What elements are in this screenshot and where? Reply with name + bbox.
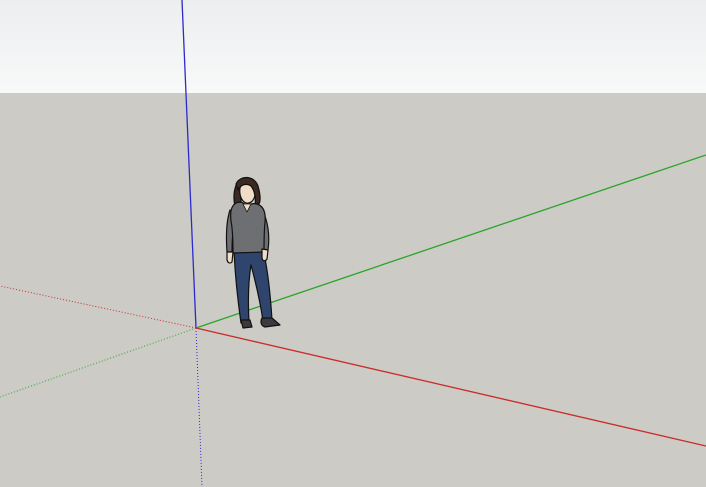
sketchup-3d-viewport[interactable] — [0, 0, 706, 487]
red-axis-positive — [195, 327, 706, 447]
red-axis-negative — [0, 285, 197, 329]
green-axis-positive — [195, 154, 706, 329]
blue-axis-negative — [195, 327, 203, 487]
green-axis-negative — [0, 327, 197, 398]
person-figure-icon[interactable] — [225, 176, 281, 329]
scene-canvas[interactable] — [0, 0, 706, 487]
blue-axis-positive — [181, 0, 197, 329]
